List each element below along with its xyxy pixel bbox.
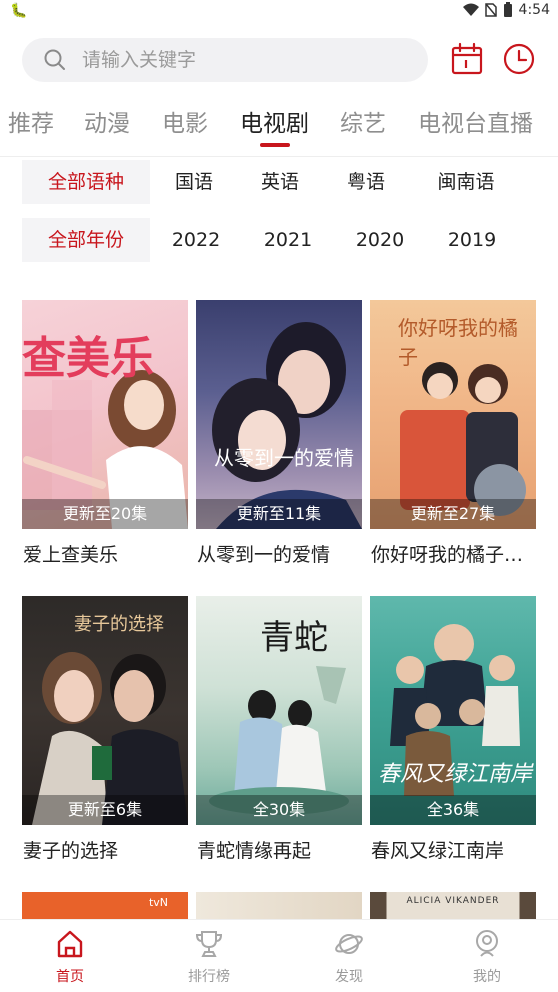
search-row <box>0 36 558 84</box>
tab-recommend[interactable]: 推荐 <box>8 104 54 138</box>
filter-year-2019[interactable]: 2019 <box>436 218 508 262</box>
search-input[interactable] <box>82 38 402 82</box>
nav-profile-label: 我的 <box>473 969 501 985</box>
show-poster[interactable]: 从零到一的爱情 更新至11集 <box>196 300 362 529</box>
profile-icon <box>476 930 498 957</box>
poster-title: tvN <box>148 896 168 909</box>
tabs-divider <box>0 156 558 157</box>
category-tabs: 推荐 动漫 电影 电视剧 综艺 电视台直播 <box>0 96 558 152</box>
show-poster[interactable]: 青蛇 全30集 <box>196 596 362 825</box>
poster-art <box>212 322 362 529</box>
filter-language-minnan[interactable]: 闽南语 <box>426 160 506 204</box>
trophy-icon <box>195 931 223 957</box>
tab-anime[interactable]: 动漫 <box>84 104 130 138</box>
nav-ranking-label: 排行榜 <box>188 969 230 985</box>
status-bar: 🐛 4:54 <box>0 0 558 24</box>
poster-title: 春风又绿江南岸 <box>378 762 533 787</box>
filter-year-2020[interactable]: 2020 <box>344 218 416 262</box>
episode-badge: 全30集 <box>196 795 362 825</box>
nav-ranking[interactable]: 排行榜 <box>159 920 259 992</box>
home-icon <box>57 930 83 958</box>
filter-language-english[interactable]: 英语 <box>248 160 312 204</box>
poster-art <box>390 624 520 796</box>
bottom-nav: 首页 排行榜 发现 我的 <box>0 919 558 992</box>
language-filter: 全部语种 国语 英语 粤语 闽南语 <box>0 160 558 204</box>
no-sim-icon <box>484 3 497 17</box>
filter-language-all[interactable]: 全部语种 <box>22 160 150 204</box>
tab-tv-series[interactable]: 电视剧 <box>240 104 309 138</box>
wifi-icon <box>462 3 479 16</box>
calendar-icon[interactable] <box>450 42 484 76</box>
show-title[interactable]: 从零到一的爱情 <box>197 540 363 567</box>
debug-bug-icon: 🐛 <box>10 3 28 19</box>
planet-icon <box>335 934 363 954</box>
status-icons: 4:54 <box>462 2 550 18</box>
tab-movies[interactable]: 电影 <box>162 104 208 138</box>
episode-badge: 更新至11集 <box>196 499 362 529</box>
nav-discover-label: 发现 <box>335 969 363 985</box>
show-poster[interactable]: 你好呀我的橘子 更新至27集 <box>370 300 536 529</box>
status-time: 4:54 <box>518 2 550 18</box>
episode-badge: 全36集 <box>370 795 536 825</box>
episode-badge: 更新至27集 <box>370 499 536 529</box>
filter-language-mandarin[interactable]: 国语 <box>162 160 226 204</box>
show-title[interactable]: 青蛇情缘再起 <box>197 836 363 863</box>
show-title[interactable]: 你好呀我的橘子… <box>371 540 537 567</box>
show-poster[interactable] <box>196 892 362 919</box>
filter-year-2022[interactable]: 2022 <box>160 218 232 262</box>
show-poster[interactable]: 春风又绿江南岸 全36集 <box>370 596 536 825</box>
nav-home-label: 首页 <box>56 969 84 985</box>
poster-title: 你好呀我的橘子 <box>398 316 518 369</box>
poster-title: ALICIA VIKANDER <box>406 896 500 906</box>
nav-profile[interactable]: 我的 <box>437 920 537 992</box>
show-poster[interactable]: 查美乐 更新至20集 <box>22 300 188 529</box>
battery-icon <box>503 2 512 17</box>
show-title[interactable]: 妻子的选择 <box>23 836 189 863</box>
poster-title: 查美乐 <box>22 333 154 384</box>
show-poster[interactable]: tvN <box>22 892 188 919</box>
year-filter: 全部年份 2022 2021 2020 2019 <box>0 218 558 262</box>
search-bar[interactable] <box>22 38 428 82</box>
filter-year-all[interactable]: 全部年份 <box>22 218 150 262</box>
search-icon <box>44 49 65 70</box>
show-poster[interactable]: 妻子的选择 更新至6集 <box>22 596 188 825</box>
nav-home[interactable]: 首页 <box>20 920 120 992</box>
history-clock-icon[interactable] <box>502 42 536 76</box>
active-tab-indicator <box>260 143 290 147</box>
poster-title: 从零到一的爱情 <box>214 446 354 470</box>
show-title[interactable]: 春风又绿江南岸 <box>371 836 537 863</box>
poster-title: 青蛇 <box>260 618 328 658</box>
filter-language-cantonese[interactable]: 粤语 <box>334 160 398 204</box>
tab-tv-live[interactable]: 电视台直播 <box>418 104 533 138</box>
poster-title: 妻子的选择 <box>74 614 164 635</box>
episode-badge: 更新至20集 <box>22 499 188 529</box>
nav-discover[interactable]: 发现 <box>299 920 399 992</box>
filter-year-2021[interactable]: 2021 <box>252 218 324 262</box>
show-title[interactable]: 爱上查美乐 <box>23 540 189 567</box>
tab-variety[interactable]: 综艺 <box>340 104 386 138</box>
show-poster[interactable]: ALICIA VIKANDER <box>370 892 536 919</box>
episode-badge: 更新至6集 <box>22 795 188 825</box>
